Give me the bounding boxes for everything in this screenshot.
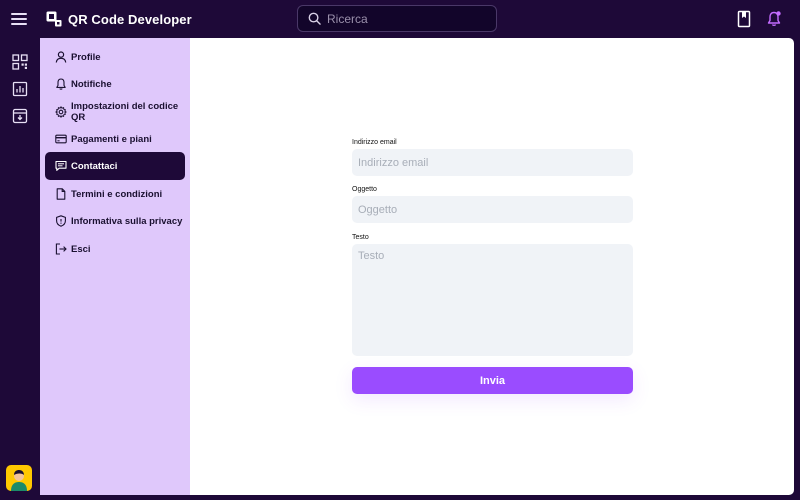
sidebar-item-contattaci[interactable]: Contattaci <box>45 152 185 180</box>
sidebar-item-termini[interactable]: Termini e condizioni <box>45 183 185 205</box>
sidebar-item-esci[interactable]: Esci <box>45 238 185 260</box>
settings-sidebar: Profile Notifiche Impostazioni del codic… <box>40 38 190 495</box>
top-bar: QR Code Developer <box>0 0 800 38</box>
analytics-chart-icon[interactable] <box>12 81 28 97</box>
sidebar-item-pagamenti[interactable]: Pagamenti e piani <box>45 128 185 150</box>
gear-icon <box>55 106 67 118</box>
bell-icon <box>56 78 66 90</box>
search-icon <box>308 12 321 25</box>
bottom-strip <box>0 495 800 500</box>
logout-icon <box>55 243 67 255</box>
icon-rail <box>0 38 40 500</box>
qr-logo-icon <box>46 11 62 27</box>
subject-field[interactable] <box>352 196 633 223</box>
search-box[interactable] <box>297 5 497 32</box>
email-label: Indirizzo email <box>352 139 397 146</box>
message-textarea[interactable] <box>352 244 633 356</box>
sidebar-item-label: Esci <box>71 243 91 255</box>
archive-box-icon[interactable] <box>12 108 28 124</box>
avatar-person-icon <box>11 470 27 491</box>
search-input[interactable] <box>327 11 487 26</box>
user-avatar[interactable] <box>6 465 32 491</box>
submit-button[interactable]: Invia <box>352 367 633 394</box>
sidebar-item-notifiche[interactable]: Notifiche <box>45 73 185 95</box>
app-name: QR Code Developer <box>68 11 192 27</box>
sidebar-item-label: Contattaci <box>71 160 118 172</box>
brand[interactable]: QR Code Developer <box>46 10 192 28</box>
sidebar-item-impostazioni-qr[interactable]: Impostazioni del codice QR <box>45 99 185 125</box>
document-icon <box>56 188 66 200</box>
message-label: Testo <box>352 234 369 241</box>
credit-card-icon <box>55 134 67 144</box>
sidebar-item-label: Profile <box>71 51 101 63</box>
qr-grid-icon[interactable] <box>12 54 28 70</box>
sidebar-item-label: Pagamenti e piani <box>71 133 152 145</box>
subject-label: Oggetto <box>352 186 377 193</box>
shield-icon <box>56 215 66 227</box>
hamburger-menu-icon[interactable] <box>10 10 28 28</box>
sidebar-item-label: Termini e condizioni <box>71 188 163 200</box>
sidebar-item-label: Impostazioni del codice QR <box>71 101 179 123</box>
chat-icon <box>55 160 67 171</box>
contact-panel: Indirizzo email Oggetto Testo Invia <box>190 38 794 495</box>
sidebar-item-profile[interactable]: Profile <box>45 46 185 68</box>
email-field[interactable] <box>352 149 633 176</box>
sidebar-item-label: Informativa sulla privacy <box>71 215 183 227</box>
sidebar-item-privacy[interactable]: Informativa sulla privacy <box>45 210 185 232</box>
bookmark-icon[interactable] <box>736 10 752 28</box>
notification-bell-icon[interactable] <box>766 10 782 28</box>
user-icon <box>55 51 67 63</box>
sidebar-item-label: Notifiche <box>71 78 112 90</box>
